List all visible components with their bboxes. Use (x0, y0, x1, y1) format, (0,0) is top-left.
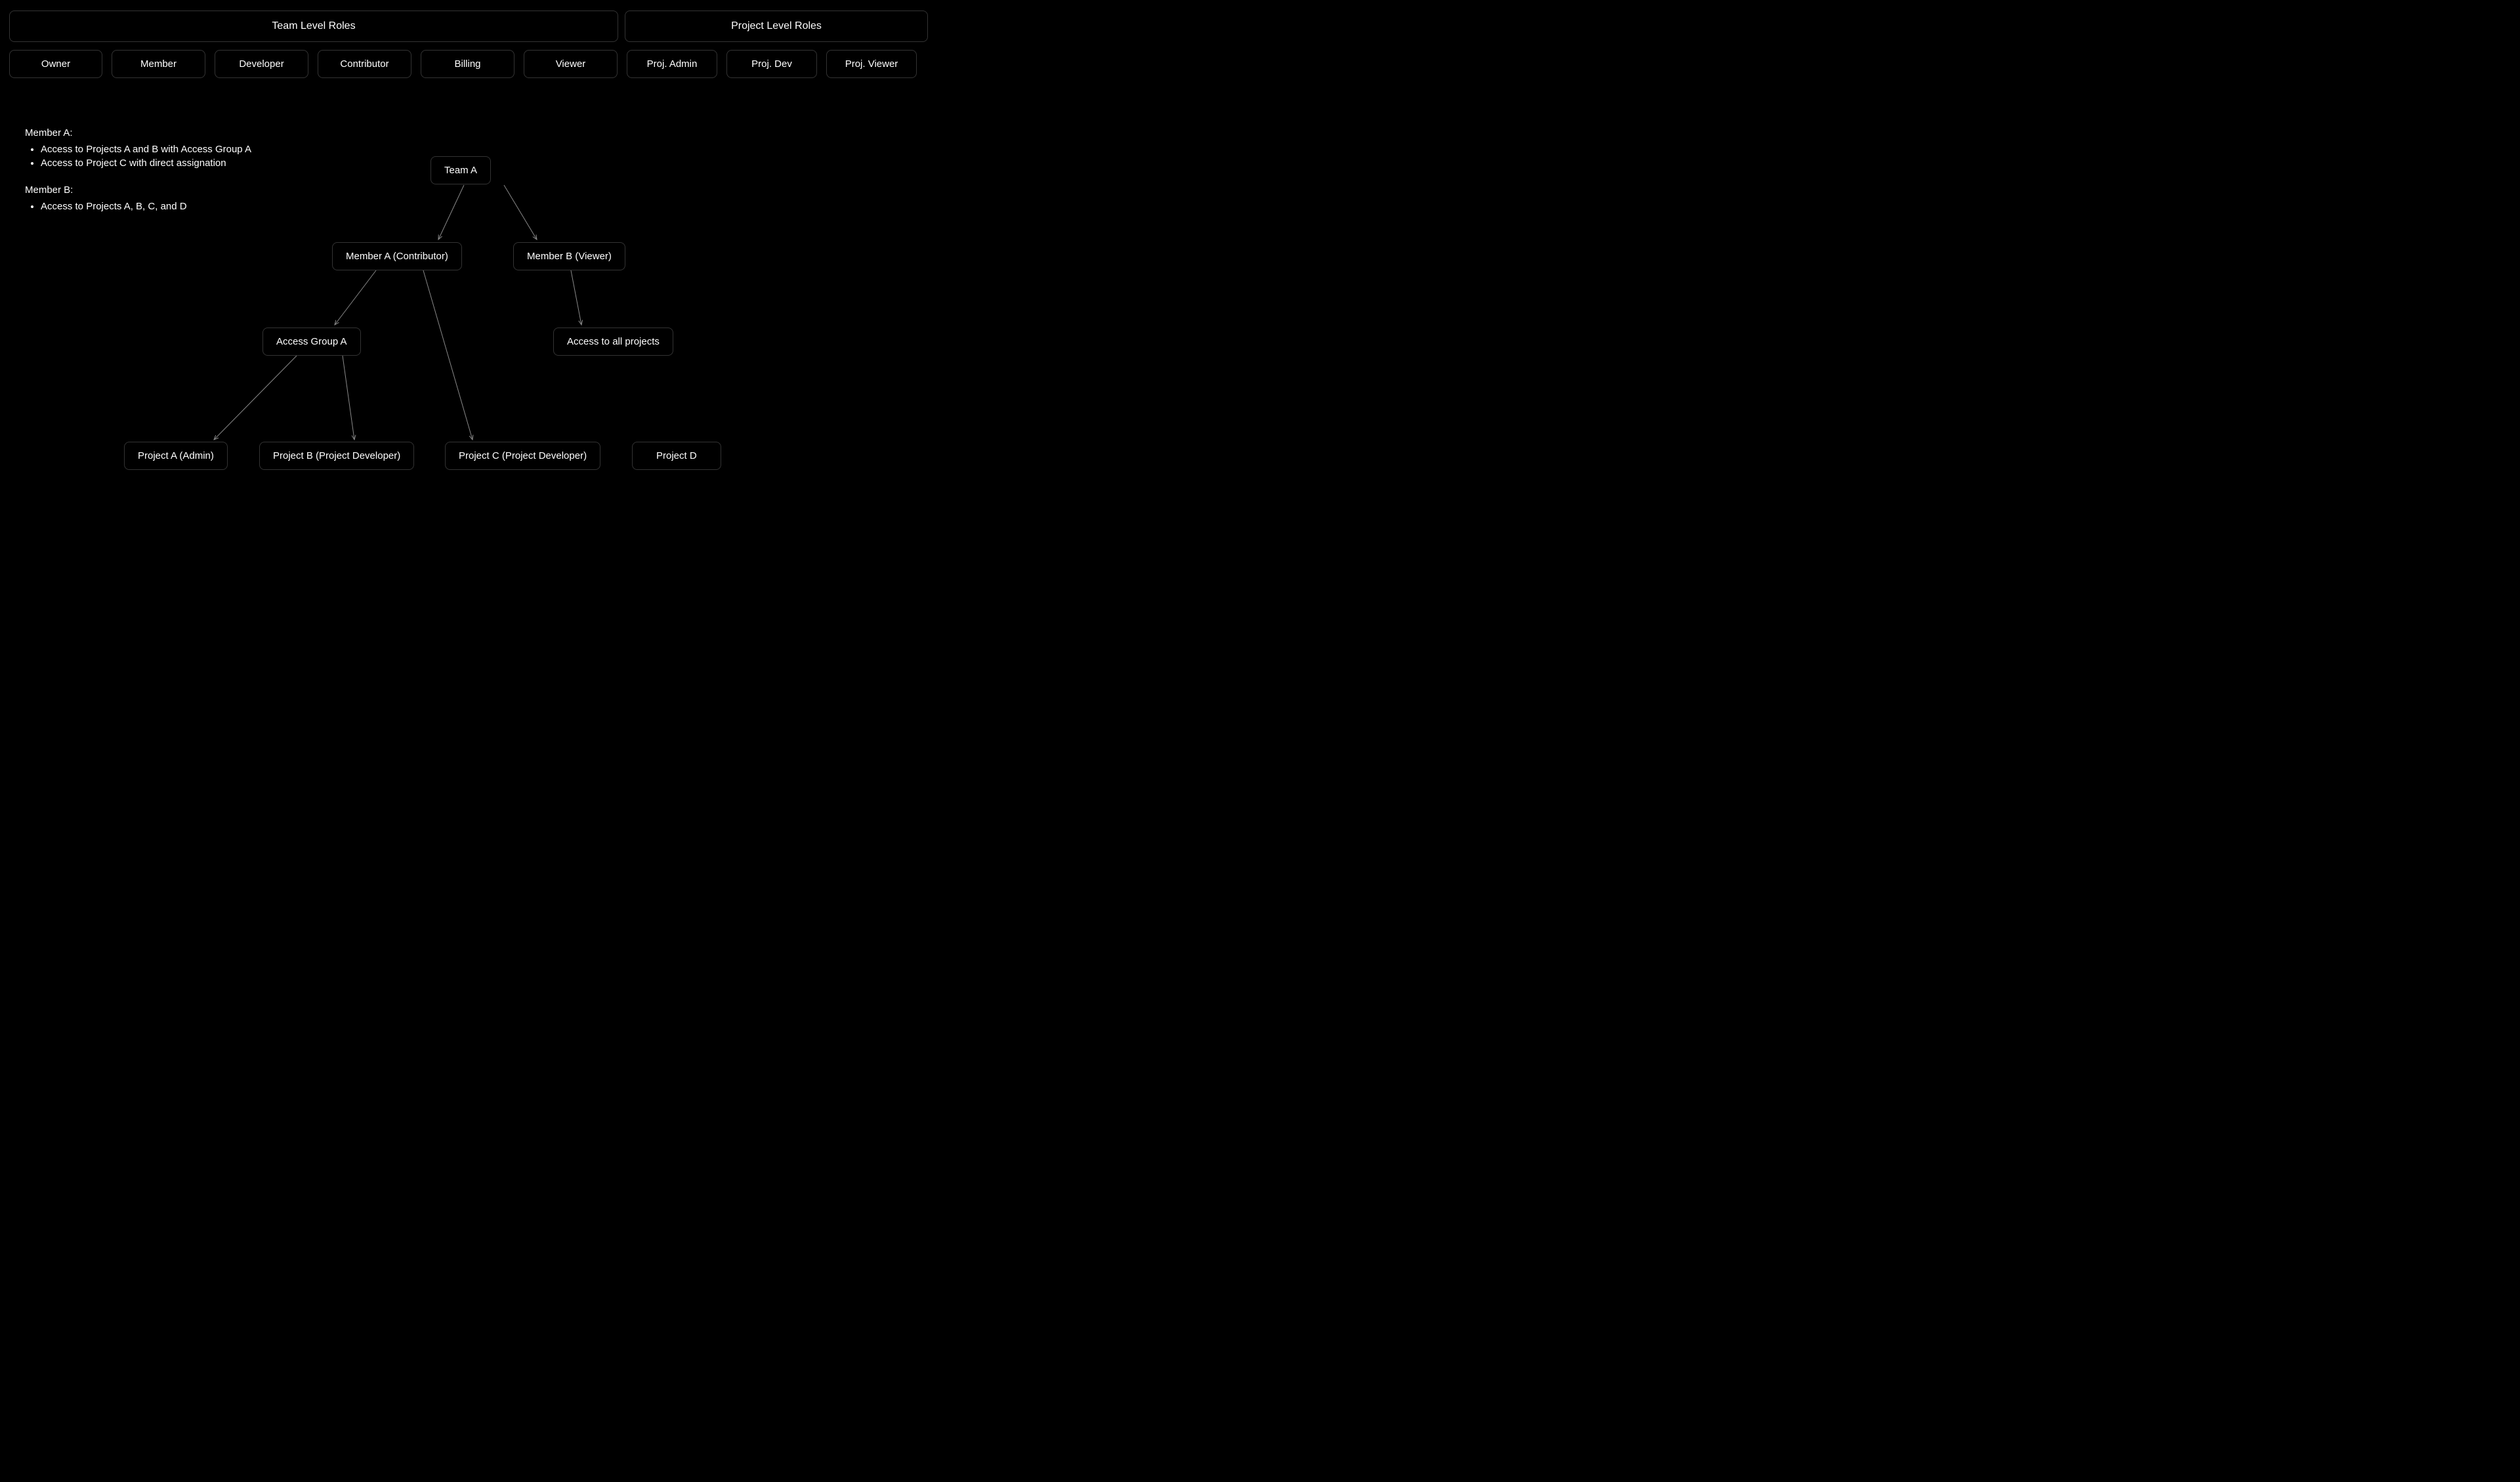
header-project-roles: Project Level Roles (625, 11, 928, 42)
role-member: Member (112, 50, 205, 78)
node-access-all: Access to all projects (553, 328, 673, 356)
node-project-a: Project A (Admin) (124, 442, 228, 470)
header-row: Team Level Roles Project Level Roles (0, 0, 937, 46)
role-proj-viewer: Proj. Viewer (826, 50, 917, 78)
roles-row: Owner Member Developer Contributor Billi… (0, 46, 937, 78)
node-project-c: Project C (Project Developer) (445, 442, 600, 470)
node-access-group-a: Access Group A (262, 328, 361, 356)
node-member-b: Member B (Viewer) (513, 242, 625, 270)
role-viewer: Viewer (524, 50, 618, 78)
node-project-b: Project B (Project Developer) (259, 442, 414, 470)
role-billing: Billing (421, 50, 514, 78)
role-developer: Developer (215, 50, 308, 78)
role-owner: Owner (9, 50, 102, 78)
role-proj-admin: Proj. Admin (627, 50, 717, 78)
role-proj-dev: Proj. Dev (726, 50, 817, 78)
node-project-d: Project D (632, 442, 721, 470)
node-member-a: Member A (Contributor) (332, 242, 462, 270)
diagram-area: Team A Member A (Contributor) Member B (… (0, 125, 937, 492)
node-team-a: Team A (430, 156, 491, 184)
header-team-roles: Team Level Roles (9, 11, 618, 42)
role-contributor: Contributor (318, 50, 411, 78)
